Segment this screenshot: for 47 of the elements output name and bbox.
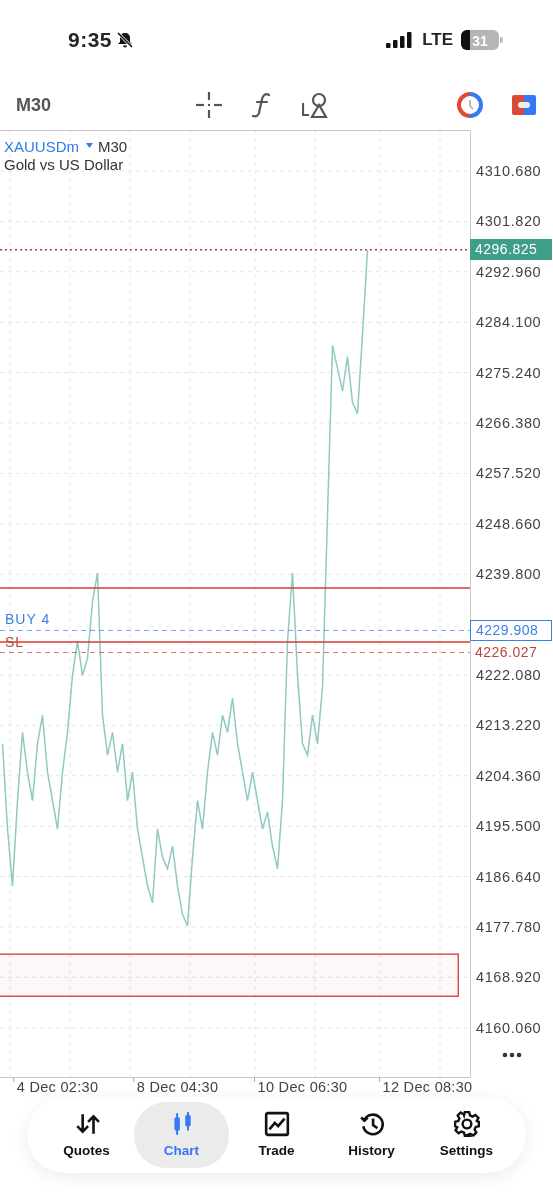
more-icon[interactable]	[502, 1052, 522, 1058]
axis-label: 4292.960	[476, 263, 542, 280]
axis-label: 4257.520	[476, 465, 542, 482]
clock-ring-icon[interactable]	[457, 92, 483, 118]
axis-label: 12 Dec 08:30	[382, 1079, 473, 1095]
bell-slash-icon	[116, 31, 135, 49]
symbol-description: Gold vs US Dollar	[4, 156, 124, 173]
timeframe-button[interactable]: M30	[16, 91, 196, 119]
axis-label: 4168.920	[476, 969, 542, 986]
axis-label: 4186.640	[476, 868, 542, 885]
axis-label: 4266.380	[476, 415, 542, 431]
axis-label: 4310.680	[476, 163, 542, 179]
tab-button[interactable]: Trade	[229, 1102, 324, 1168]
line-chart-icon	[263, 1110, 290, 1137]
settings-icon	[453, 1110, 480, 1137]
price-tag: 4229.908	[470, 619, 552, 641]
axis-label: 4248.660	[476, 515, 542, 532]
axis-label: 4160.060	[476, 1019, 542, 1036]
tab-button[interactable]: History	[324, 1102, 419, 1168]
tab-button[interactable]: Settings	[419, 1102, 514, 1168]
axis-label: 4177.780	[476, 918, 542, 935]
price-tag: 4226.027	[470, 642, 552, 663]
axis-label: 4204.360	[476, 767, 542, 784]
history-icon	[358, 1110, 385, 1137]
axis-label: 4301.820	[476, 213, 542, 230]
axis-label: 4284.100	[476, 314, 542, 331]
axis-label: 4239.800	[476, 566, 542, 583]
caret-icon[interactable]	[86, 143, 93, 148]
axis-label: 4213.220	[476, 717, 542, 734]
price-tag: 4296.825	[470, 239, 552, 261]
axis-label: 4 Dec 02:30	[16, 1079, 99, 1095]
axis-label: 4195.500	[476, 818, 542, 835]
order-label: BUY 4	[5, 611, 51, 628]
axis-label: 4275.240	[476, 364, 542, 381]
symbol-title[interactable]: XAUUSDm	[4, 138, 79, 155]
battery-level: 31	[472, 32, 488, 49]
shapes-icon[interactable]	[302, 92, 328, 118]
signal-icon	[386, 32, 415, 48]
crosshair-icon[interactable]	[196, 92, 222, 118]
clock-time: 9:35	[68, 27, 113, 54]
axis-label: 8 Dec 04:30	[136, 1079, 219, 1095]
tab-button[interactable]: Quotes	[39, 1102, 134, 1168]
timeframe-label: M30	[98, 138, 128, 155]
axis-label: 4222.080	[476, 666, 542, 683]
axis-label: 10 Dec 06:30	[257, 1079, 348, 1095]
network-label: LTE	[422, 29, 453, 52]
link-box-icon[interactable]	[511, 94, 537, 116]
